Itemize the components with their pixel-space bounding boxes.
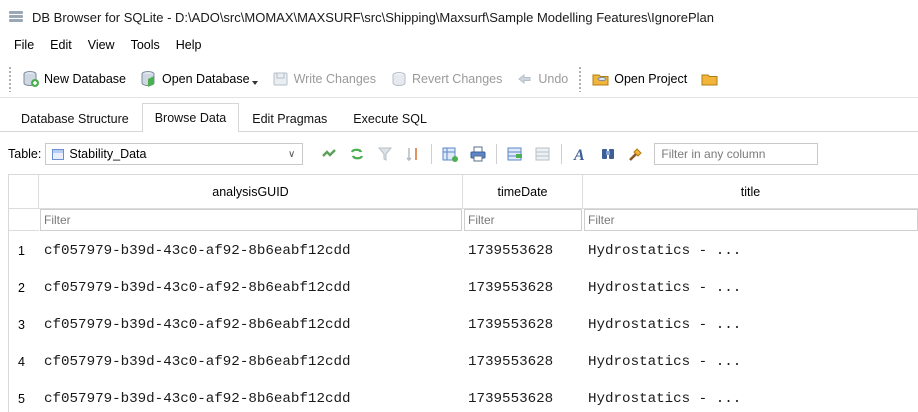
open-database-icon — [140, 70, 158, 88]
new-database-label: New Database — [44, 71, 126, 86]
clear-filters-icon[interactable] — [346, 143, 368, 165]
delete-record-icon[interactable] — [532, 143, 554, 165]
menu-edit[interactable]: Edit — [42, 38, 80, 52]
title-bar: DB Browser for SQLite - D:\ADO\src\MOMAX… — [0, 0, 918, 34]
revert-changes-button[interactable]: Revert Changes — [384, 64, 510, 94]
window-title: DB Browser for SQLite - D:\ADO\src\MOMAX… — [32, 9, 714, 25]
open-project-button[interactable]: Open Project — [586, 64, 695, 94]
cell-analysisguid[interactable]: cf057979-b39d-43c0-af92-8b6eabf12cdd — [39, 381, 463, 412]
browse-toolbar: Table: Stability_Data ∨ A Filter in any … — [0, 136, 918, 172]
tab-database-structure[interactable]: Database Structure — [8, 105, 142, 131]
tab-edit-pragmas[interactable]: Edit Pragmas — [239, 105, 340, 131]
row-number[interactable]: 1 — [9, 233, 39, 269]
row-number[interactable]: 3 — [9, 307, 39, 343]
undo-button[interactable]: Undo — [510, 64, 576, 94]
cell-analysisguid[interactable]: cf057979-b39d-43c0-af92-8b6eabf12cdd — [39, 344, 463, 380]
browse-actions: A — [315, 143, 650, 165]
print-icon[interactable] — [467, 143, 489, 165]
menu-file[interactable]: File — [6, 38, 42, 52]
cell-title[interactable]: Hydrostatics - ... — [583, 270, 918, 306]
find-icon[interactable] — [597, 143, 619, 165]
menu-help[interactable]: Help — [168, 38, 210, 52]
chevron-down-icon: ∨ — [288, 149, 296, 160]
row-number[interactable]: 5 — [9, 381, 39, 412]
chevron-down-icon[interactable] — [251, 80, 258, 85]
replace-icon[interactable] — [625, 143, 647, 165]
separator — [431, 144, 433, 164]
cell-timedate[interactable]: 1739553628 — [463, 344, 583, 380]
write-changes-label: Write Changes — [293, 71, 377, 86]
new-database-button[interactable]: New Database — [16, 64, 134, 94]
write-changes-icon — [272, 70, 290, 88]
cell-analysisguid[interactable]: cf057979-b39d-43c0-af92-8b6eabf12cdd — [39, 233, 463, 269]
cell-timedate[interactable]: 1739553628 — [463, 233, 583, 269]
toolbar-grip[interactable] — [578, 65, 583, 92]
cell-title[interactable]: Hydrostatics - ... — [583, 344, 918, 380]
filter-input-title[interactable]: Filter — [584, 209, 918, 231]
revert-changes-icon — [390, 70, 408, 88]
table-select-value: Stability_Data — [69, 147, 147, 161]
column-header-timedate[interactable]: timeDate — [463, 175, 583, 209]
table-icon — [52, 148, 65, 160]
open-project-label: Open Project — [614, 71, 688, 86]
cell-title[interactable]: Hydrostatics - ... — [583, 233, 918, 269]
cell-timedate[interactable]: 1739553628 — [463, 307, 583, 343]
menu-tools[interactable]: Tools — [123, 38, 168, 52]
cell-timedate[interactable]: 1739553628 — [463, 381, 583, 412]
toolbar-grip[interactable] — [8, 65, 12, 92]
font-icon[interactable]: A — [569, 143, 591, 165]
cell-title[interactable]: Hydrostatics - ... — [583, 381, 918, 412]
separator — [561, 144, 563, 164]
insert-record-icon[interactable] — [504, 143, 526, 165]
tab-browse-data[interactable]: Browse Data — [141, 103, 240, 132]
cell-timedate[interactable]: 1739553628 — [463, 270, 583, 306]
open-database-button[interactable]: Open Database — [134, 64, 266, 94]
write-changes-button[interactable]: Write Changes — [266, 64, 384, 94]
main-tabs: Database Structure Browse Data Edit Prag… — [0, 102, 918, 132]
svg-text:A: A — [573, 147, 585, 163]
undo-label: Undo — [538, 71, 569, 86]
main-toolbar: New Database Open Database Write Changes… — [0, 60, 918, 98]
menu-view[interactable]: View — [80, 38, 123, 52]
sort-icon[interactable] — [402, 143, 424, 165]
data-grid: analysisGUID timeDate title Filter Filte… — [8, 174, 918, 412]
table-select[interactable]: Stability_Data ∨ — [45, 143, 304, 165]
filter-input-timedate[interactable]: Filter — [464, 209, 582, 231]
tab-execute-sql[interactable]: Execute SQL — [340, 105, 440, 131]
filter-row-gutter — [9, 209, 39, 231]
database-app-icon — [8, 10, 24, 24]
open-database-label: Open Database — [162, 71, 250, 86]
row-number-header — [9, 175, 39, 209]
save-project-button[interactable] — [695, 64, 723, 94]
save-table-icon[interactable] — [439, 143, 461, 165]
cell-analysisguid[interactable]: cf057979-b39d-43c0-af92-8b6eabf12cdd — [39, 307, 463, 343]
row-number[interactable]: 4 — [9, 344, 39, 380]
save-project-icon — [701, 70, 719, 88]
column-header-analysisguid[interactable]: analysisGUID — [39, 175, 463, 209]
open-project-icon — [592, 70, 610, 88]
revert-changes-label: Revert Changes — [412, 71, 503, 86]
cell-analysisguid[interactable]: cf057979-b39d-43c0-af92-8b6eabf12cdd — [39, 270, 463, 306]
filter-input-analysisguid[interactable]: Filter — [40, 209, 462, 231]
table-label: Table: — [8, 147, 42, 161]
global-filter-input[interactable]: Filter in any column — [654, 143, 819, 165]
new-database-icon — [22, 70, 40, 88]
cell-title[interactable]: Hydrostatics - ... — [583, 307, 918, 343]
filter-disabled-icon[interactable] — [374, 143, 396, 165]
column-header-title[interactable]: title — [583, 175, 918, 209]
refresh-icon[interactable] — [318, 143, 340, 165]
menu-bar: File Edit View Tools Help — [0, 34, 918, 56]
row-number[interactable]: 2 — [9, 270, 39, 306]
separator — [496, 144, 498, 164]
undo-icon — [516, 70, 534, 88]
